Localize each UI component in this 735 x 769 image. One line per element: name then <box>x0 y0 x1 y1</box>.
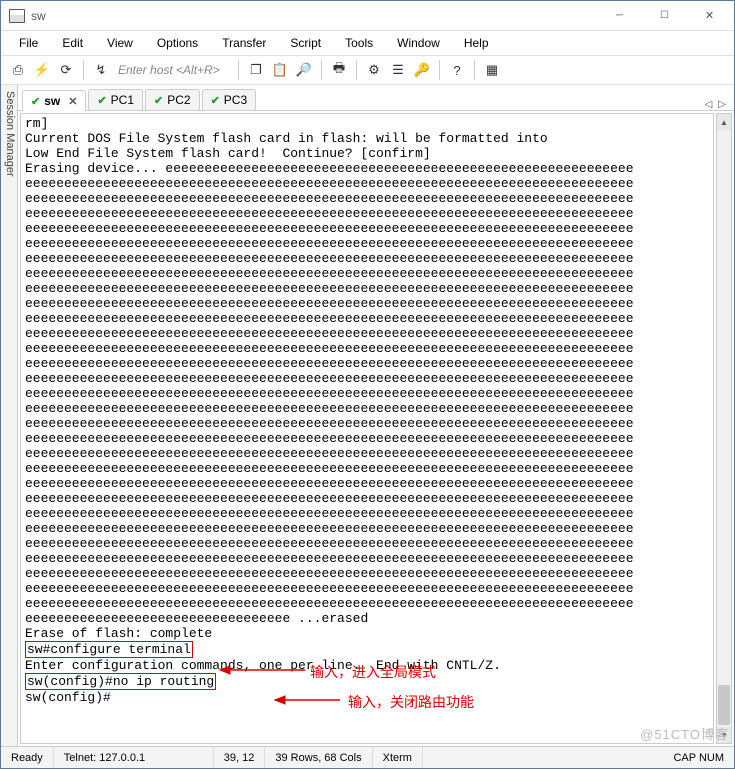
status-cursor: 39, 12 <box>214 747 266 768</box>
disconnect-icon[interactable]: ↯ <box>90 59 112 81</box>
scrollbar[interactable]: ▲ ▼ <box>716 113 732 744</box>
terminal[interactable]: rm] Current DOS File System flash card i… <box>20 113 714 744</box>
help-icon[interactable]: ? <box>446 59 468 81</box>
status-bar: Ready Telnet: 127.0.0.1 39, 12 39 Rows, … <box>1 746 734 768</box>
menu-script[interactable]: Script <box>280 34 331 52</box>
status-size: 39 Rows, 68 Cols <box>265 747 372 768</box>
status-term: Xterm <box>373 747 423 768</box>
toggle-icon[interactable]: ▦ <box>481 59 503 81</box>
window-title: sw <box>31 9 46 23</box>
menu-options[interactable]: Options <box>147 34 208 52</box>
tab-close-icon[interactable]: ✕ <box>68 95 77 108</box>
tab-label: PC3 <box>224 93 247 107</box>
app-window: sw File Edit View Options Transfer Scrip… <box>0 0 735 769</box>
maximize-button[interactable] <box>642 1 687 30</box>
close-button[interactable] <box>687 1 732 30</box>
check-icon: ✔ <box>211 94 220 107</box>
menu-tools[interactable]: Tools <box>335 34 383 52</box>
watermark: @51CTO博客 <box>640 724 729 743</box>
menu-edit[interactable]: Edit <box>52 34 93 52</box>
print-icon[interactable]: 🖶 <box>328 59 350 81</box>
scroll-track[interactable] <box>717 130 731 727</box>
main-column: ✔ sw ✕ ✔ PC1 ✔ PC2 ✔ PC3 ◁ ▷ <box>18 85 734 746</box>
tab-pc1[interactable]: ✔ PC1 <box>88 89 143 110</box>
session-manager-panel[interactable]: Session Manager <box>1 85 18 746</box>
reconnect-icon[interactable]: ⟳ <box>55 59 77 81</box>
menu-file[interactable]: File <box>9 34 48 52</box>
tab-label: PC2 <box>167 93 190 107</box>
menu-bar: File Edit View Options Transfer Script T… <box>1 31 734 55</box>
scroll-thumb[interactable] <box>718 685 730 725</box>
check-icon: ✔ <box>154 94 163 107</box>
tab-bar: ✔ sw ✕ ✔ PC1 ✔ PC2 ✔ PC3 ◁ ▷ <box>18 85 734 111</box>
tab-pc3[interactable]: ✔ PC3 <box>202 89 257 110</box>
tab-label: PC1 <box>111 93 134 107</box>
tab-prev-button[interactable]: ◁ <box>705 99 713 110</box>
status-caps: CAP NUM <box>423 747 734 768</box>
status-ready: Ready <box>1 747 54 768</box>
status-connection: Telnet: 127.0.0.1 <box>54 747 214 768</box>
tab-label: sw <box>44 94 60 108</box>
menu-transfer[interactable]: Transfer <box>212 34 276 52</box>
scroll-up-icon[interactable]: ▲ <box>717 114 731 130</box>
check-icon: ✔ <box>97 94 106 107</box>
tab-next-button[interactable]: ▷ <box>718 99 726 110</box>
paste-icon[interactable]: 📋 <box>269 59 291 81</box>
check-icon: ✔ <box>31 95 40 108</box>
connect-icon[interactable]: ⎙ <box>7 59 29 81</box>
tab-sw[interactable]: ✔ sw ✕ <box>22 90 86 111</box>
app-icon <box>9 9 25 23</box>
find-icon[interactable]: 🔎 <box>293 59 315 81</box>
title-bar[interactable]: sw <box>1 1 734 31</box>
body-row: Session Manager ✔ sw ✕ ✔ PC1 ✔ PC2 ✔ <box>1 85 734 746</box>
host-input[interactable]: Enter host <Alt+R> <box>118 63 228 77</box>
tab-pc2[interactable]: ✔ PC2 <box>145 89 200 110</box>
menu-window[interactable]: Window <box>387 34 450 52</box>
copy-icon[interactable]: ❐ <box>245 59 267 81</box>
minimize-button[interactable] <box>597 1 642 30</box>
keymap-icon[interactable]: 🔑 <box>411 59 433 81</box>
options-icon[interactable]: ⚙ <box>363 59 385 81</box>
menu-view[interactable]: View <box>97 34 143 52</box>
quick-connect-icon[interactable]: ⚡ <box>31 59 53 81</box>
terminal-wrap: rm] Current DOS File System flash card i… <box>18 111 734 746</box>
menu-help[interactable]: Help <box>454 34 499 52</box>
session-options-icon[interactable]: ☰ <box>387 59 409 81</box>
toolbar: ⎙ ⚡ ⟳ ↯ Enter host <Alt+R> ❐ 📋 🔎 🖶 ⚙ ☰ 🔑… <box>1 55 734 85</box>
